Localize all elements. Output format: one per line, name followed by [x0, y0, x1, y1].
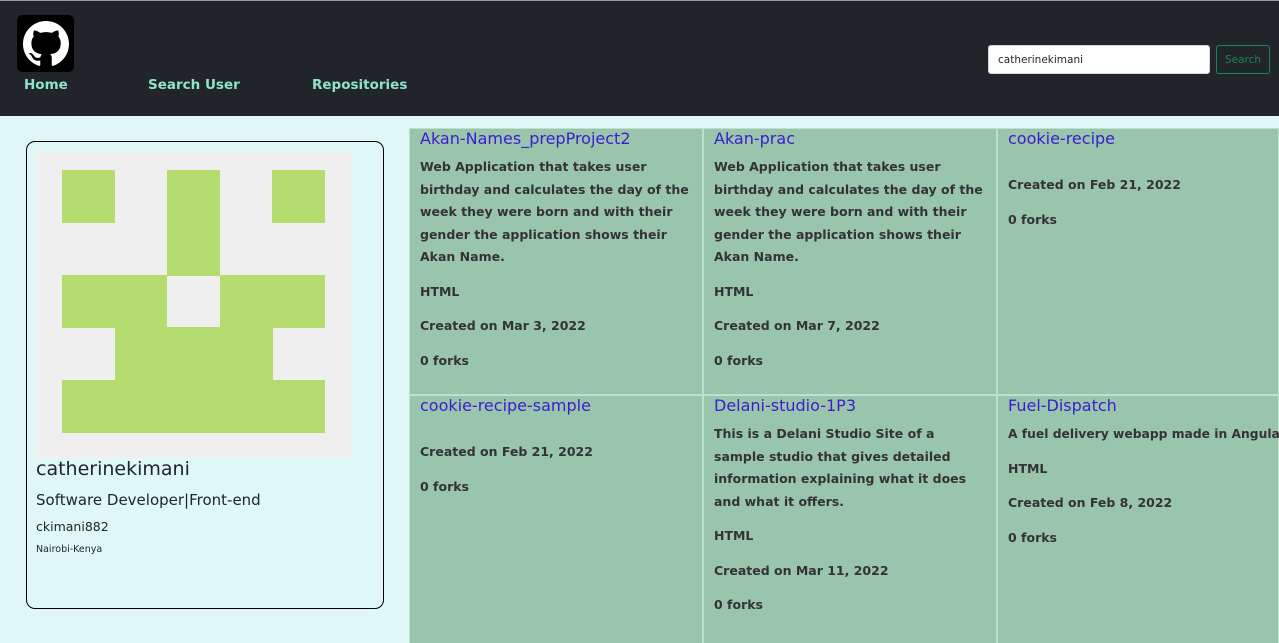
- repo-created-date: Created on Feb 21, 2022: [420, 444, 593, 459]
- repo-card: Fuel-Dispatch A fuel delivery webapp mad…: [997, 395, 1279, 643]
- nav-search-user-link[interactable]: Search User: [148, 77, 240, 93]
- avatar: [36, 151, 351, 458]
- profile-name: catherinekimani: [36, 458, 190, 480]
- profile-bio: Software Developer|Front-end: [36, 491, 261, 509]
- repo-description: A fuel delivery webapp made in Angular.: [1008, 427, 1279, 441]
- repo-name-link[interactable]: cookie-recipe-sample: [420, 396, 692, 416]
- repo-description: Web Application that takes user birthday…: [714, 159, 983, 264]
- repo-forks: 0 forks: [420, 352, 469, 368]
- nav-home-link[interactable]: Home: [24, 77, 68, 93]
- repo-language: HTML: [420, 283, 460, 299]
- repo-forks: 0 forks: [420, 478, 469, 494]
- repo-name-link[interactable]: Akan-Names_prepProject2: [420, 129, 692, 149]
- search-button[interactable]: Search: [1216, 45, 1270, 74]
- repo-name-link[interactable]: cookie-recipe: [1008, 129, 1268, 149]
- repo-card: cookie-recipe-sample Created on Feb 21, …: [409, 395, 703, 643]
- nav-repositories-link[interactable]: Repositories: [312, 77, 407, 93]
- repo-language: HTML: [1008, 460, 1048, 476]
- repo-created-date: Created on Feb 21, 2022: [1008, 177, 1181, 192]
- repo-forks: 0 forks: [714, 352, 763, 368]
- repo-language: HTML: [714, 283, 754, 299]
- repo-description: This is a Delani Studio Site of a sample…: [714, 426, 967, 509]
- navbar: Home Search User Repositories Search: [0, 0, 1279, 116]
- profile-card: catherinekimani Software Developer|Front…: [26, 141, 384, 609]
- profile-location: Nairobi-Kenya: [36, 544, 103, 555]
- repo-created-date: Created on Mar 3, 2022: [420, 318, 586, 333]
- repo-card: Delani-studio-1P3 This is a Delani Studi…: [703, 395, 997, 643]
- repo-created-date: Created on Mar 11, 2022: [714, 562, 889, 578]
- repo-forks: 0 forks: [1008, 211, 1057, 227]
- repo-description: Web Application that takes user birthday…: [420, 159, 689, 264]
- search-input[interactable]: [988, 45, 1210, 74]
- repo-card: Akan-Names_prepProject2 Web Application …: [409, 128, 703, 395]
- github-icon[interactable]: [17, 15, 74, 72]
- repo-name-link[interactable]: Akan-prac: [714, 129, 986, 149]
- repo-created-date: Created on Feb 8, 2022: [1008, 495, 1173, 510]
- repo-forks: 0 forks: [714, 597, 763, 612]
- repo-created-date: Created on Mar 7, 2022: [714, 318, 880, 333]
- profile-login: ckimani882: [36, 519, 109, 534]
- repo-card: Akan-prac Web Application that takes use…: [703, 128, 997, 395]
- repo-name-link[interactable]: Delani-studio-1P3: [714, 396, 986, 416]
- repo-card: cookie-recipe Created on Feb 21, 2022 0 …: [997, 128, 1279, 395]
- repo-forks: 0 forks: [1008, 529, 1057, 545]
- repo-language: HTML: [714, 528, 754, 543]
- repo-name-link[interactable]: Fuel-Dispatch: [1008, 396, 1268, 416]
